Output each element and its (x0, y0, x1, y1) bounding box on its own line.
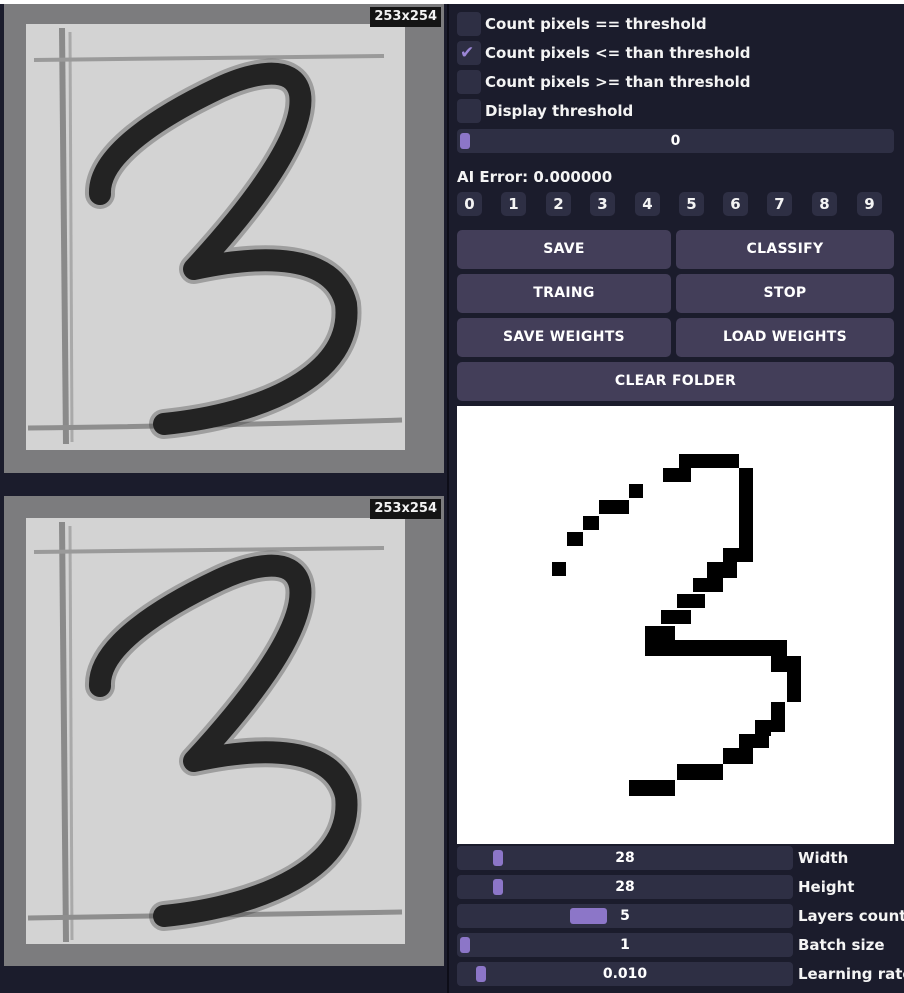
digit-button-4[interactable]: 4 (635, 192, 660, 216)
stop-button[interactable]: STOP (676, 274, 894, 313)
layers-count-label: Layers count (798, 907, 904, 925)
digit-button-8[interactable]: 8 (812, 192, 837, 216)
digit-button-6[interactable]: 6 (723, 192, 748, 216)
slider-value: 0.010 (602, 966, 648, 982)
height-slider[interactable]: 28 (457, 875, 793, 899)
slider-value: 28 (615, 850, 635, 866)
threshold-slider[interactable]: 0 (457, 129, 894, 153)
pixel-preview-canvas[interactable] (457, 406, 894, 844)
batch-size-slider[interactable]: 1 (457, 933, 793, 957)
processed-digit-image (26, 518, 405, 944)
slider-value: 28 (615, 879, 635, 895)
ai-error-text: AI Error: 0.000000 (457, 168, 613, 186)
batch-size-label: Batch size (798, 936, 885, 954)
checkbox-display-threshold[interactable]: Display threshold (457, 99, 633, 123)
checkbox-label: Count pixels <= than threshold (485, 44, 751, 62)
checkbox-count-greater-equal[interactable]: Count pixels >= than threshold (457, 70, 751, 94)
digit-button-5[interactable]: 5 (679, 192, 704, 216)
load-weights-button[interactable]: LOAD WEIGHTS (676, 318, 894, 357)
checkbox-count-equal[interactable]: Count pixels == threshold (457, 12, 707, 36)
save-weights-button[interactable]: SAVE WEIGHTS (457, 318, 671, 357)
checkmark-icon: ✔ (460, 43, 475, 63)
processed-dimensions-badge: 253x254 (370, 499, 441, 519)
checkbox-label: Count pixels >= than threshold (485, 73, 751, 91)
source-image-view: 253x254 (4, 4, 444, 473)
learning-rate-slider[interactable]: 0.010 (457, 962, 793, 986)
checkbox-box[interactable] (457, 99, 481, 123)
checkbox-count-less-equal[interactable]: ✔ Count pixels <= than threshold (457, 41, 751, 65)
learning-rate-label: Learning rate (798, 965, 904, 983)
clear-folder-button[interactable]: CLEAR FOLDER (457, 362, 894, 401)
digit-button-1[interactable]: 1 (501, 192, 526, 216)
slider-value: 1 (620, 937, 630, 953)
digit-button-3[interactable]: 3 (590, 192, 615, 216)
width-slider[interactable]: 28 (457, 846, 793, 870)
pixelated-digit (552, 454, 801, 796)
digit-button-0[interactable]: 0 (457, 192, 482, 216)
width-label: Width (798, 849, 849, 867)
digit-button-9[interactable]: 9 (857, 192, 882, 216)
training-button[interactable]: TRAING (457, 274, 671, 313)
layers-count-slider[interactable]: 5 (457, 904, 793, 928)
checkbox-label: Count pixels == threshold (485, 15, 707, 33)
checkbox-box[interactable] (457, 12, 481, 36)
processed-image-view: 253x254 (4, 496, 444, 966)
checkbox-box[interactable]: ✔ (457, 41, 481, 65)
slider-value: 0 (670, 133, 681, 149)
checkbox-box[interactable] (457, 70, 481, 94)
panel-divider[interactable] (447, 4, 449, 993)
classify-button[interactable]: CLASSIFY (676, 230, 894, 269)
source-digit-image (26, 24, 405, 450)
height-label: Height (798, 878, 855, 896)
digit-button-7[interactable]: 7 (767, 192, 792, 216)
source-dimensions-badge: 253x254 (370, 7, 441, 27)
slider-value: 5 (620, 908, 630, 924)
save-button[interactable]: SAVE (457, 230, 671, 269)
checkbox-label: Display threshold (485, 102, 634, 120)
digit-button-2[interactable]: 2 (546, 192, 571, 216)
